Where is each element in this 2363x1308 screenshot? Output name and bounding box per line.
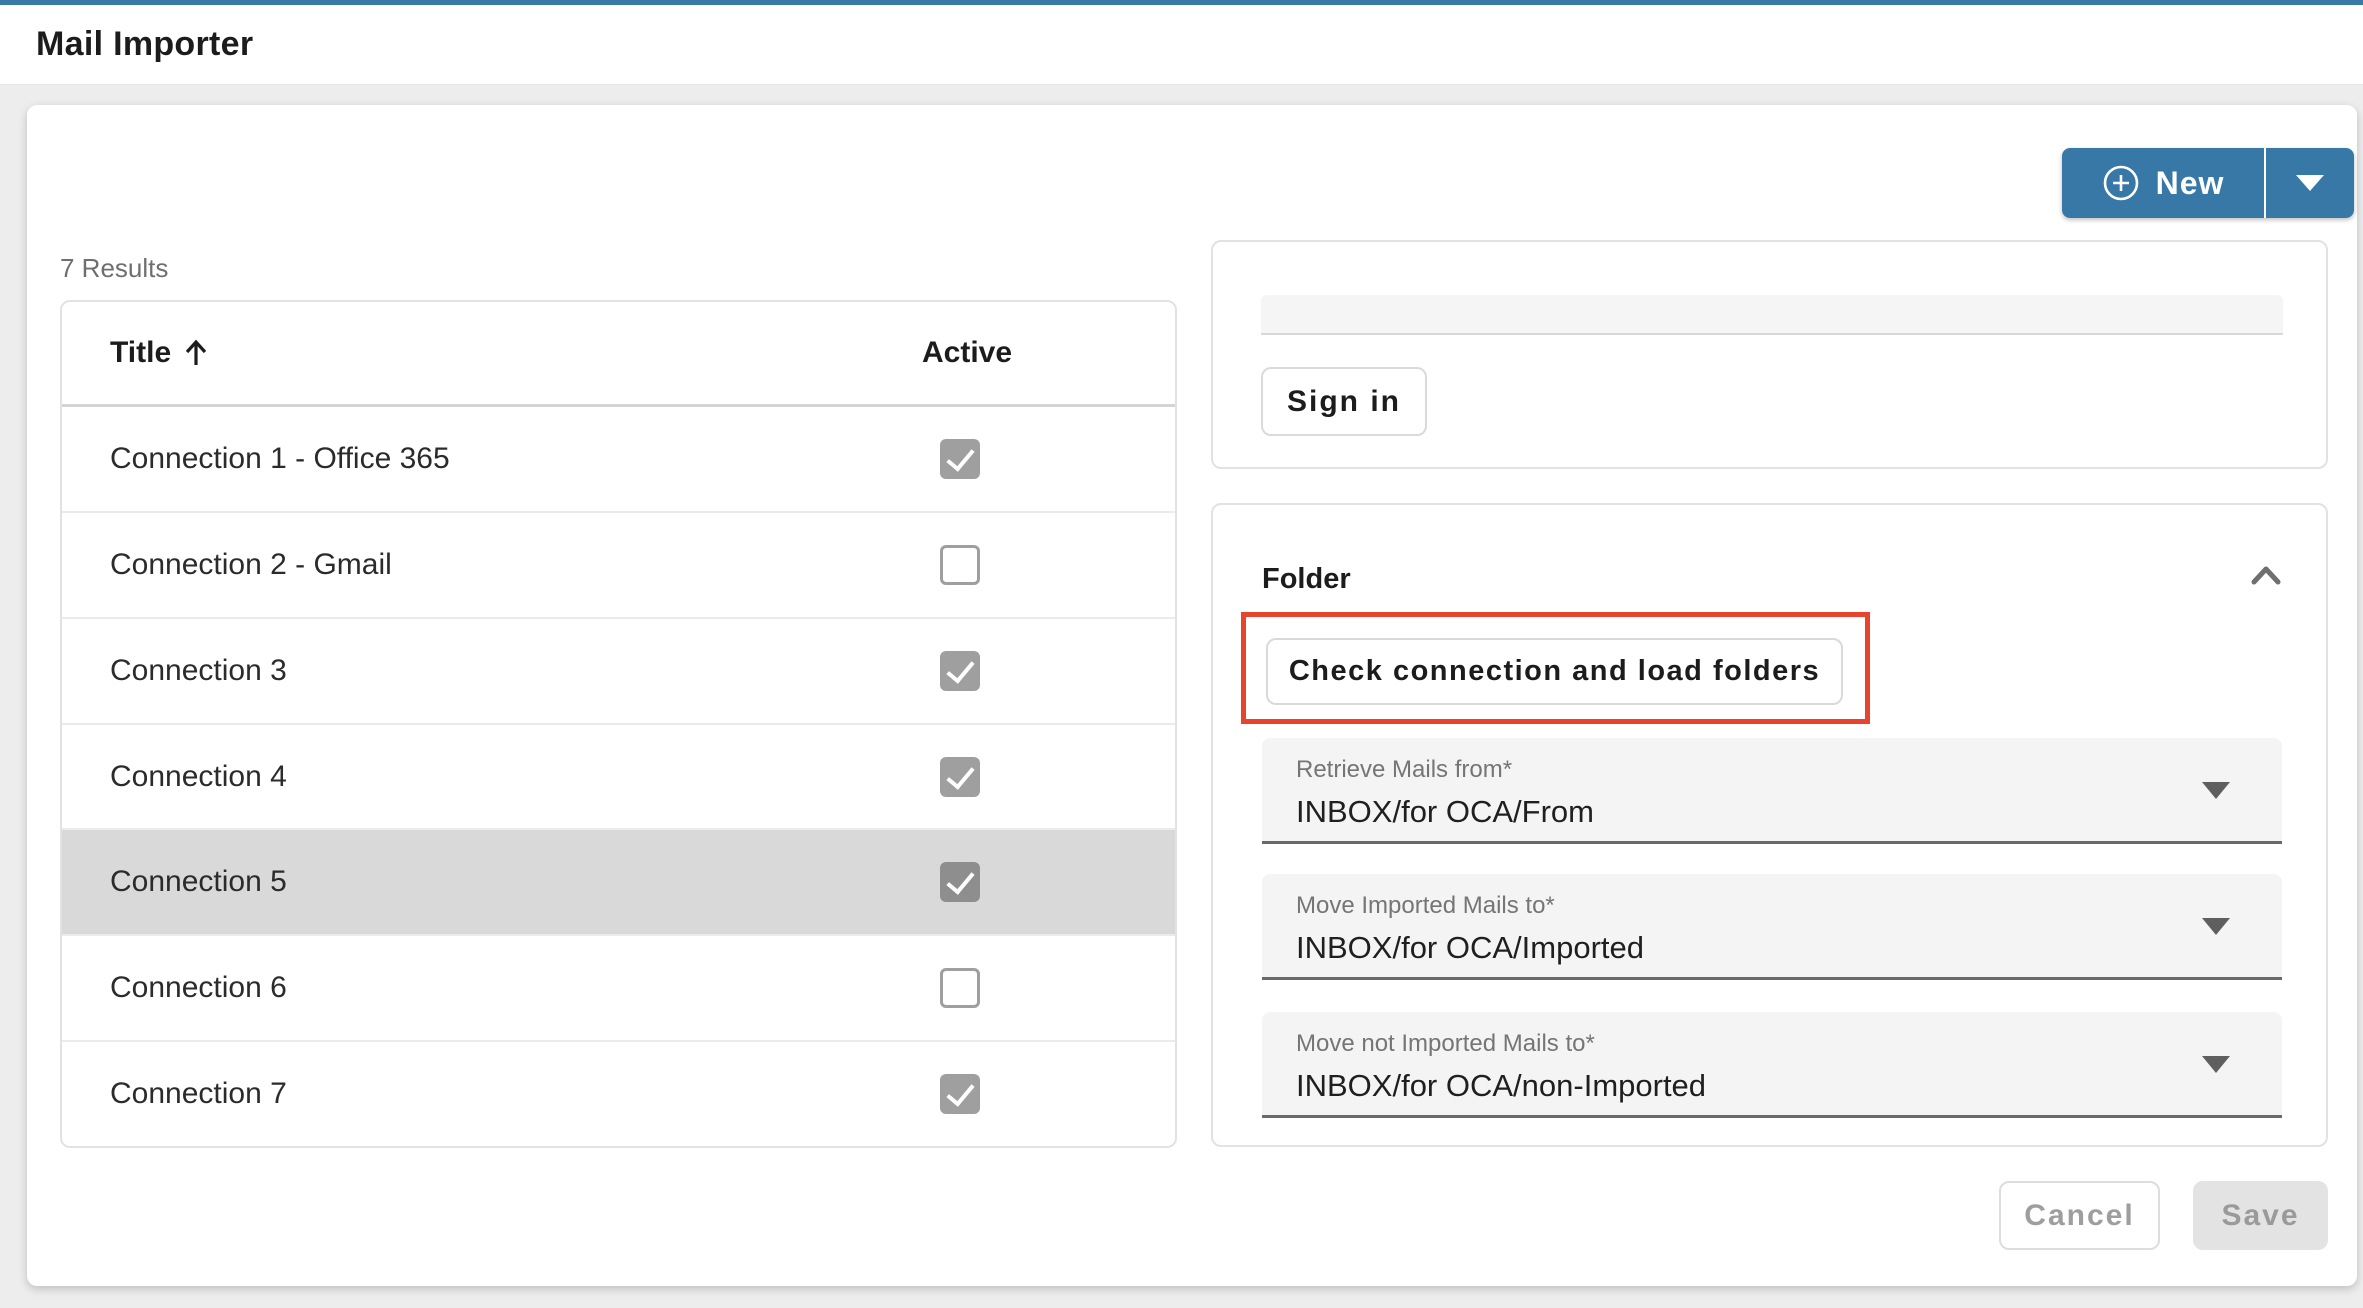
sort-arrow-up-icon	[183, 338, 209, 368]
connection-panel: Sign in	[1211, 240, 2328, 469]
table-row[interactable]: Connection 5	[62, 828, 1175, 934]
dropdown-caret-icon	[2202, 1056, 2230, 1073]
active-cell	[922, 757, 1175, 797]
column-header-active: Active	[922, 336, 1175, 370]
table-header-row: Title Active	[62, 302, 1175, 407]
active-checkbox[interactable]	[940, 757, 980, 797]
field-label: Move not Imported Mails to*	[1296, 1030, 2282, 1058]
table-row[interactable]: Connection 4	[62, 723, 1175, 829]
chevron-up-icon	[2250, 564, 2282, 586]
active-checkbox[interactable]	[940, 545, 980, 585]
connection-title: Connection 1 - Office 365	[62, 442, 922, 476]
active-cell	[922, 439, 1175, 479]
check-connection-button[interactable]: Check connection and load folders	[1266, 638, 1843, 705]
active-cell	[922, 1074, 1175, 1114]
connection-title: Connection 5	[62, 865, 922, 899]
active-checkbox[interactable]	[940, 968, 980, 1008]
new-button-label: New	[2156, 165, 2225, 202]
table-row[interactable]: Connection 1 - Office 365	[62, 407, 1175, 511]
field-value: INBOX/for OCA/Imported	[1296, 930, 2282, 966]
table-row[interactable]: Connection 7	[62, 1040, 1175, 1146]
caret-down-icon	[2296, 175, 2324, 191]
table-row[interactable]: Connection 2 - Gmail	[62, 511, 1175, 617]
move-imported-mails-select[interactable]: Move Imported Mails to* INBOX/for OCA/Im…	[1262, 874, 2282, 980]
collapse-section-button[interactable]	[2242, 551, 2290, 599]
cancel-button[interactable]: Cancel	[1999, 1181, 2160, 1250]
connection-title: Connection 2 - Gmail	[62, 548, 922, 582]
column-active-label: Active	[922, 336, 1012, 369]
table-rows: Connection 1 - Office 365 Connection 2 -…	[62, 407, 1175, 1146]
active-cell	[922, 968, 1175, 1008]
table-row[interactable]: Connection 6	[62, 934, 1175, 1040]
active-cell	[922, 651, 1175, 691]
app-bar: Mail Importer	[0, 5, 2363, 85]
active-checkbox[interactable]	[940, 1074, 980, 1114]
connection-title: Connection 6	[62, 971, 922, 1005]
dropdown-caret-icon	[2202, 918, 2230, 935]
new-button[interactable]: New	[2062, 148, 2266, 218]
save-button[interactable]: Save	[2193, 1181, 2328, 1250]
connection-title: Connection 7	[62, 1077, 922, 1111]
connection-title: Connection 4	[62, 760, 922, 794]
content-card: New 7 Results Title Active	[27, 105, 2357, 1286]
active-cell	[922, 545, 1175, 585]
field-label: Move Imported Mails to*	[1296, 892, 2282, 920]
column-title-label: Title	[110, 336, 171, 370]
column-header-title[interactable]: Title	[62, 336, 922, 370]
plus-circle-icon	[2102, 164, 2140, 202]
active-checkbox[interactable]	[940, 439, 980, 479]
folder-panel: Folder Check connection and load folders…	[1211, 503, 2328, 1147]
field-value: INBOX/for OCA/From	[1296, 794, 2282, 830]
move-not-imported-mails-select[interactable]: Move not Imported Mails to* INBOX/for OC…	[1262, 1012, 2282, 1118]
results-count: 7 Results	[60, 253, 168, 284]
active-checkbox[interactable]	[940, 862, 980, 902]
sign-in-button[interactable]: Sign in	[1261, 367, 1427, 436]
field-value: INBOX/for OCA/non-Imported	[1296, 1068, 2282, 1104]
new-dropdown-toggle[interactable]	[2266, 148, 2354, 218]
table-row[interactable]: Connection 3	[62, 617, 1175, 723]
folder-section-title: Folder	[1262, 563, 1351, 596]
retrieve-mails-from-select[interactable]: Retrieve Mails from* INBOX/for OCA/From	[1262, 738, 2282, 844]
mail-importer-screen: Mail Importer New 7 Results Title	[0, 0, 2363, 1308]
dropdown-caret-icon	[2202, 782, 2230, 799]
field-label: Retrieve Mails from*	[1296, 756, 2282, 784]
new-split-button[interactable]: New	[2062, 148, 2354, 218]
active-checkbox[interactable]	[940, 651, 980, 691]
active-cell	[922, 862, 1175, 902]
page-title: Mail Importer	[36, 25, 253, 64]
connection-title: Connection 3	[62, 654, 922, 688]
credential-field-partial[interactable]	[1261, 295, 2283, 335]
connections-table: Title Active Connection 1 - Office 365	[60, 300, 1177, 1148]
